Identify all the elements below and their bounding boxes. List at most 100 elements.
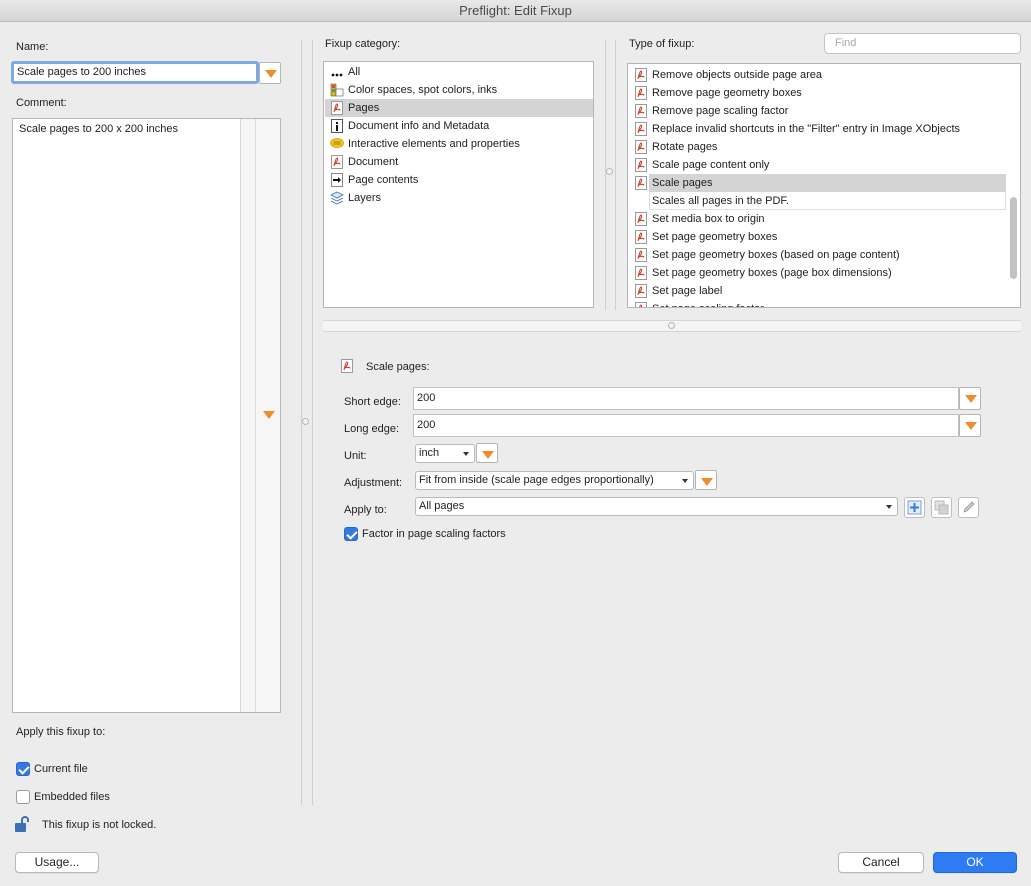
horizontal-splitter[interactable]	[323, 320, 1021, 332]
pdf-page-icon	[635, 212, 647, 226]
unlocked-lock-icon[interactable]	[13, 815, 31, 833]
find-search-input[interactable]: Find	[824, 33, 1021, 54]
ok-button[interactable]: OK	[933, 852, 1017, 873]
current-file-label: Current file	[34, 763, 88, 775]
duplicate-icon	[934, 500, 949, 515]
category-item-page-contents[interactable]: Page contents	[325, 171, 593, 189]
info-icon	[331, 119, 343, 133]
long-edge-input[interactable]: 200	[413, 414, 959, 437]
category-item-label: Document	[348, 156, 399, 168]
type-item[interactable]: Rotate pages	[629, 138, 1006, 156]
adjustment-value: Fit from inside (scale page edges propor…	[419, 474, 654, 486]
embedded-files-checkbox[interactable]	[16, 790, 30, 804]
pdf-page-icon	[635, 230, 647, 244]
factor-scaling-checkbox[interactable]	[344, 527, 358, 541]
category-item-label: Pages	[348, 102, 380, 114]
category-item-document-info[interactable]: Document info and Metadata	[325, 117, 593, 135]
comment-label: Comment:	[16, 97, 67, 109]
pdf-page-icon	[635, 248, 647, 262]
type-item[interactable]: Scale page content only	[629, 156, 1006, 174]
unit-preset-dropdown[interactable]	[476, 443, 498, 463]
pdf-page-icon	[341, 359, 353, 373]
category-item-label: Document info and Metadata	[348, 120, 490, 132]
adjustment-select[interactable]: Fit from inside (scale page edges propor…	[415, 471, 694, 490]
adjustment-preset-dropdown[interactable]	[695, 470, 717, 490]
type-item-label: Rotate pages	[652, 141, 718, 153]
middle-splitter-handle[interactable]	[606, 168, 613, 175]
category-item-all[interactable]: All	[325, 63, 593, 81]
apply-fixup-label: Apply this fixup to:	[16, 726, 106, 738]
name-input[interactable]: Scale pages to 200 inches	[11, 61, 259, 84]
apply-to-label: Apply to:	[344, 504, 387, 516]
layers-icon	[330, 191, 344, 205]
short-edge-input[interactable]: 200	[413, 387, 959, 410]
category-item-interactive[interactable]: Interactive elements and properties	[325, 135, 593, 153]
pdf-page-icon	[635, 86, 647, 100]
add-page-range-button[interactable]	[904, 497, 925, 518]
horizontal-splitter-handle[interactable]	[668, 322, 675, 329]
left-splitter-edge	[312, 40, 313, 805]
comment-scrollbar[interactable]	[240, 119, 280, 712]
category-item-color-spaces[interactable]: Color spaces, spot colors, inks	[325, 81, 593, 99]
embedded-files-label: Embedded files	[34, 791, 110, 803]
fixup-type-list[interactable]: Remove objects outside page area Remove …	[627, 63, 1021, 308]
type-item[interactable]: Set page scaling factor	[629, 300, 1006, 307]
long-edge-dropdown[interactable]	[959, 414, 981, 437]
window-title: Preflight: Edit Fixup	[459, 3, 572, 18]
category-item-label: All	[348, 66, 361, 78]
middle-splitter[interactable]	[605, 40, 606, 310]
apply-to-select[interactable]: All pages	[415, 497, 898, 516]
type-item[interactable]: Set page geometry boxes	[629, 228, 1006, 246]
pdf-page-icon	[635, 266, 647, 280]
type-item[interactable]: Set page label	[629, 282, 1006, 300]
unit-select[interactable]: inch	[415, 444, 475, 463]
chevron-down-icon	[886, 505, 892, 509]
unit-label: Unit:	[344, 450, 367, 462]
pdf-page-icon	[635, 140, 647, 154]
type-item-label: Remove page scaling factor	[652, 105, 789, 117]
category-item-label: Page contents	[348, 174, 419, 186]
ellipsis-icon	[331, 73, 343, 77]
current-file-checkbox[interactable]	[16, 762, 30, 776]
type-item[interactable]: Set page geometry boxes (page box dimens…	[629, 264, 1006, 282]
section-title: Scale pages:	[366, 361, 430, 373]
usage-button[interactable]: Usage...	[15, 852, 99, 873]
lock-status-text: This fixup is not locked.	[42, 819, 157, 831]
name-preset-dropdown[interactable]	[259, 62, 281, 84]
fixup-category-list[interactable]: All Color spaces, spot colors, inks Page…	[323, 61, 594, 308]
type-item-label: Set page geometry boxes (page box dimens…	[652, 267, 892, 279]
type-item[interactable]: Set media box to origin	[629, 210, 1006, 228]
pdf-page-icon	[331, 101, 343, 115]
type-item-label: Scale pages	[652, 177, 713, 189]
page-contents-icon	[331, 173, 343, 187]
edit-page-range-button[interactable]	[958, 497, 979, 518]
middle-splitter-edge	[615, 40, 616, 310]
type-item-label: Remove page geometry boxes	[652, 87, 802, 99]
type-item-label: Set page label	[652, 285, 723, 297]
type-item[interactable]: Set page geometry boxes (based on page c…	[629, 246, 1006, 264]
chevron-down-icon	[463, 452, 469, 456]
cancel-button[interactable]: Cancel	[838, 852, 924, 873]
window-title-bar: Preflight: Edit Fixup	[0, 0, 1031, 22]
type-item[interactable]: Replace invalid shortcuts in the "Filter…	[629, 120, 1006, 138]
type-item[interactable]: Remove page geometry boxes	[629, 84, 1006, 102]
chevron-down-icon	[682, 479, 688, 483]
type-list-scrollbar[interactable]	[1010, 197, 1017, 279]
category-item-document[interactable]: Document	[325, 153, 593, 171]
category-item-label: Color spaces, spot colors, inks	[348, 84, 498, 96]
type-item-label: Scale page content only	[652, 159, 770, 171]
short-edge-dropdown[interactable]	[959, 387, 981, 410]
color-palette-icon	[330, 83, 344, 97]
type-item-selected[interactable]: Scale pages	[629, 174, 1006, 192]
type-item-label: Set page scaling factor	[652, 300, 764, 307]
type-item[interactable]: Remove objects outside page area	[629, 66, 1006, 84]
duplicate-page-range-button[interactable]	[931, 497, 952, 518]
left-splitter-handle[interactable]	[302, 418, 309, 425]
comment-textarea[interactable]: Scale pages to 200 x 200 inches	[12, 118, 281, 713]
type-item[interactable]: Remove page scaling factor	[629, 102, 1006, 120]
adjustment-label: Adjustment:	[344, 477, 403, 489]
category-item-label: Layers	[348, 192, 382, 204]
type-item-label: Set page geometry boxes	[652, 231, 778, 243]
category-item-layers[interactable]: Layers	[325, 189, 593, 207]
category-item-pages[interactable]: Pages	[325, 99, 593, 117]
